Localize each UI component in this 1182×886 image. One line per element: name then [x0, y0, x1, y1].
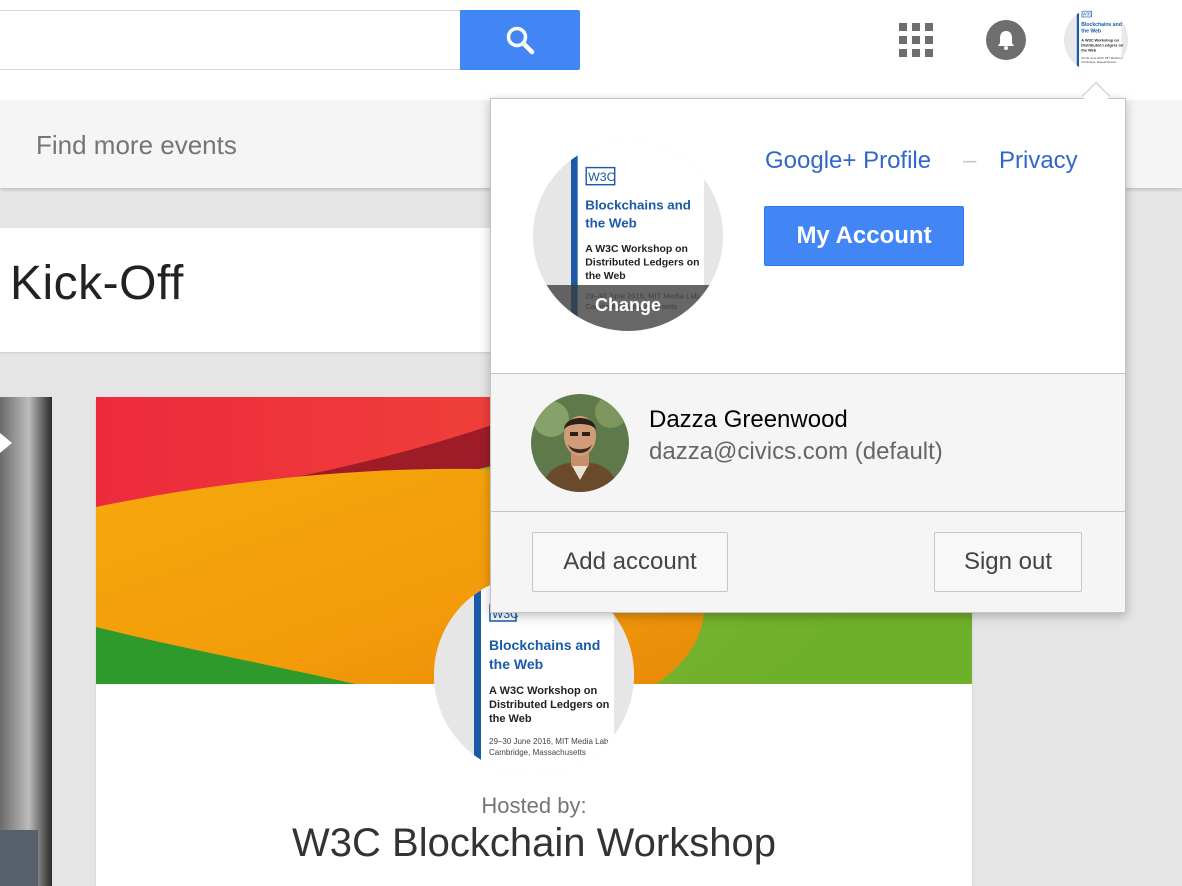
- event-title-card: Kick-Off: [0, 228, 560, 352]
- svg-text:Blockchains and: Blockchains and: [489, 637, 600, 653]
- event-title: Kick-Off: [10, 257, 184, 310]
- find-more-events-link[interactable]: Find more events: [36, 130, 237, 161]
- popup-footer: Add account Sign out: [491, 512, 1125, 612]
- svg-text:W3C: W3C: [1083, 12, 1094, 17]
- svg-text:W3C: W3C: [588, 170, 616, 184]
- svg-text:Distributed Ledgers on: Distributed Ledgers on: [585, 257, 699, 268]
- svg-text:Cambridge, Massachusetts: Cambridge, Massachusetts: [1081, 60, 1116, 64]
- user-avatar: [531, 394, 629, 492]
- account-row[interactable]: Dazza Greenwood dazza@civics.com (defaul…: [491, 373, 1125, 512]
- svg-text:29–30 June 2016, MIT Media Lab: 29–30 June 2016, MIT Media Lab,: [489, 737, 611, 746]
- svg-text:the Web: the Web: [489, 656, 543, 672]
- svg-text:Distributed Ledgers on: Distributed Ledgers on: [489, 699, 610, 711]
- svg-text:A W3C Workshop on: A W3C Workshop on: [1081, 38, 1119, 42]
- play-icon: [0, 433, 12, 453]
- search-input[interactable]: [0, 10, 462, 70]
- change-photo-button[interactable]: Change: [533, 285, 723, 331]
- svg-text:Distributed Ledgers on: Distributed Ledgers on: [1081, 43, 1124, 47]
- svg-text:the Web: the Web: [1081, 49, 1096, 53]
- hosted-by-label: Hosted by:: [481, 793, 587, 818]
- user-email: dazza@civics.com (default): [649, 438, 943, 465]
- account-avatar-poster: W3C Blockchains and the Web A W3C Worksh…: [1064, 8, 1128, 72]
- sign-out-button[interactable]: Sign out: [934, 532, 1082, 592]
- svg-text:A W3C Workshop on: A W3C Workshop on: [585, 244, 688, 255]
- svg-text:Cambridge, Massachusetts: Cambridge, Massachusetts: [489, 748, 586, 757]
- my-account-button[interactable]: My Account: [764, 206, 964, 266]
- link-separator: –: [963, 147, 977, 174]
- thumbnail-preview: [0, 830, 38, 886]
- svg-text:the Web: the Web: [585, 271, 625, 282]
- apps-grid-icon: [899, 23, 933, 57]
- apps-button[interactable]: [897, 21, 935, 59]
- privacy-link[interactable]: Privacy: [999, 147, 1078, 175]
- svg-text:the Web: the Web: [585, 215, 636, 230]
- svg-text:Blockchains and: Blockchains and: [585, 197, 691, 212]
- account-avatar-button[interactable]: W3C Blockchains and the Web A W3C Worksh…: [1064, 8, 1128, 72]
- svg-text:A W3C Workshop on: A W3C Workshop on: [489, 685, 597, 697]
- svg-text:the Web: the Web: [1081, 28, 1101, 34]
- previous-event-thumbnail[interactable]: [0, 397, 52, 886]
- search-button[interactable]: [460, 10, 580, 70]
- account-popup: W3C Blockchains and the Web A W3C Worksh…: [490, 98, 1126, 613]
- svg-text:the Web: the Web: [489, 713, 532, 725]
- notifications-button[interactable]: [986, 20, 1026, 60]
- add-account-button[interactable]: Add account: [532, 532, 728, 592]
- host-name[interactable]: W3C Blockchain Workshop: [96, 821, 972, 866]
- google-plus-profile-link[interactable]: Google+ Profile: [765, 147, 931, 175]
- svg-text:Blockchains and: Blockchains and: [1081, 22, 1122, 28]
- profile-photo: W3C Blockchains and the Web A W3C Worksh…: [533, 141, 723, 331]
- top-bar: W3C Blockchains and the Web A W3C Worksh…: [0, 0, 1182, 100]
- search-icon: [506, 26, 535, 55]
- user-name: Dazza Greenwood: [649, 406, 848, 433]
- svg-text:29–30 June 2016, MIT Media Lab: 29–30 June 2016, MIT Media Lab,: [1081, 56, 1125, 60]
- bell-icon: [998, 31, 1014, 50]
